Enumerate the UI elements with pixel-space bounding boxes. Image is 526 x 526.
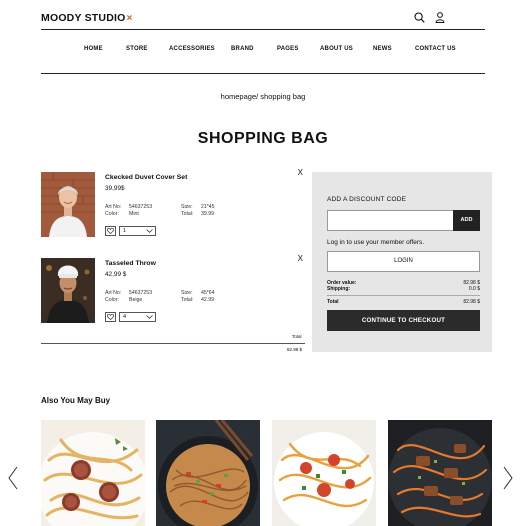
- item-details: Art No: 54637253 Color: Beige: [105, 290, 152, 303]
- product-image[interactable]: [41, 258, 95, 323]
- chevron-down-icon: [146, 229, 153, 233]
- size-label: Size:: [181, 290, 193, 296]
- chevron-down-icon: [146, 315, 153, 319]
- site-header: MOODY STUDIO×: [41, 12, 485, 30]
- color-value: Beige: [129, 296, 143, 303]
- login-hint: Log in to use your member offers.: [327, 239, 425, 246]
- size-label: Size:: [181, 204, 193, 210]
- quantity-value: 4: [123, 314, 127, 320]
- brand-mark: ×: [126, 13, 133, 24]
- remove-item-button[interactable]: X: [298, 168, 303, 177]
- art-no-value: 54637253: [129, 290, 153, 296]
- chevron-left-icon: [8, 466, 18, 490]
- product-card[interactable]: [272, 420, 376, 526]
- product-card[interactable]: [41, 420, 145, 526]
- total-label: Total:: [181, 296, 194, 303]
- quantity-select[interactable]: 4: [119, 312, 156, 322]
- nav-about-us[interactable]: ABOUT US: [320, 46, 353, 52]
- wishlist-heart-button[interactable]: [105, 312, 116, 322]
- wishlist-heart-button[interactable]: [105, 226, 116, 236]
- user-icon[interactable]: [435, 12, 445, 23]
- brand-logo[interactable]: MOODY STUDIO×: [41, 12, 133, 24]
- shipping-value: 0.0 $: [468, 286, 480, 292]
- nav-accessories[interactable]: ACCESSORIES: [169, 46, 215, 52]
- color-label: Color:: [105, 296, 119, 303]
- shipping-row: Shipping: 0.0 $: [327, 286, 480, 292]
- nav-news[interactable]: NEWS: [373, 46, 392, 52]
- quantity-select[interactable]: 1: [119, 226, 156, 236]
- header-divider: [41, 29, 485, 30]
- search-icon[interactable]: [414, 12, 425, 23]
- total-value: 42.99: [201, 296, 214, 303]
- breadcrumb[interactable]: homepage/ shopping bag: [0, 92, 526, 101]
- nav-pages[interactable]: PAGES: [277, 46, 299, 52]
- checkout-button[interactable]: CONTINUE TO CHECKOUT: [327, 310, 480, 331]
- product-card[interactable]: [156, 420, 260, 526]
- summary-total-label: Total: [327, 299, 339, 305]
- cart-item: Tasseled Throw 42,99 $ X Art No: 54637253…: [41, 254, 305, 328]
- summary-divider: [327, 295, 480, 296]
- item-size-total: Size: 21*45 Total: 39.99: [181, 204, 215, 217]
- cart-total-label: Total: [292, 334, 302, 339]
- main-nav: HOME STORE ACCESSORIES BRAND PAGES ABOUT…: [41, 46, 485, 58]
- item-price: 42,99 $: [105, 271, 127, 278]
- page-title: SHOPPING BAG: [197, 130, 329, 147]
- discount-code-label: ADD A DISCOUNT CODE: [327, 196, 407, 203]
- item-name[interactable]: Tasseled Throw: [105, 260, 156, 267]
- brand-name: MOODY STUDIO: [41, 12, 126, 24]
- nav-divider: [41, 73, 485, 74]
- color-label: Color:: [105, 210, 119, 217]
- cart-total-value: 82.98 $: [287, 347, 303, 352]
- item-size-total: Size: 45*64 Total: 42.99: [181, 290, 215, 303]
- recommendations-title: Also You May Buy: [41, 396, 111, 405]
- order-summary-panel: ADD A DISCOUNT CODE ADD Log in to use yo…: [312, 172, 492, 352]
- size-value: 21*45: [201, 204, 215, 210]
- nav-brand[interactable]: BRAND: [231, 46, 254, 52]
- total-label: Total:: [181, 210, 194, 217]
- item-details: Art No: 54637253 Color: Mint: [105, 204, 152, 217]
- art-no-value: 54637253: [129, 204, 153, 210]
- header-icons: [414, 12, 445, 23]
- item-name[interactable]: Ckecked Duvet Cover Set: [105, 174, 187, 181]
- discount-code-input[interactable]: [327, 210, 453, 231]
- carousel-prev-arrow[interactable]: [8, 466, 18, 495]
- heart-icon: [107, 228, 114, 234]
- summary-total-value: 82.98 $: [463, 299, 480, 305]
- cart-divider: [41, 343, 305, 344]
- cart-item: Ckecked Duvet Cover Set 39,99$ X Art No:…: [41, 168, 305, 242]
- shipping-label: Shipping:: [327, 286, 351, 292]
- size-value: 45*64: [201, 290, 215, 296]
- add-discount-button[interactable]: ADD: [453, 210, 480, 231]
- product-card[interactable]: [388, 420, 492, 526]
- nav-store[interactable]: STORE: [126, 46, 148, 52]
- nav-contact-us[interactable]: CONTACT US: [415, 46, 456, 52]
- carousel-next-arrow[interactable]: [503, 466, 513, 495]
- art-no-label: Art No:: [105, 204, 122, 210]
- total-row: Total 82.98 $: [327, 299, 480, 305]
- login-button[interactable]: LOGIN: [327, 251, 480, 272]
- heart-icon: [107, 314, 114, 320]
- quantity-value: 1: [123, 228, 127, 234]
- chevron-right-icon: [503, 466, 513, 490]
- item-price: 39,99$: [105, 185, 125, 192]
- total-value: 39.99: [201, 210, 214, 217]
- art-no-label: Art No:: [105, 290, 122, 296]
- color-value: Mint: [129, 210, 139, 217]
- nav-home[interactable]: HOME: [84, 46, 103, 52]
- remove-item-button[interactable]: X: [298, 254, 303, 263]
- product-image[interactable]: [41, 172, 95, 237]
